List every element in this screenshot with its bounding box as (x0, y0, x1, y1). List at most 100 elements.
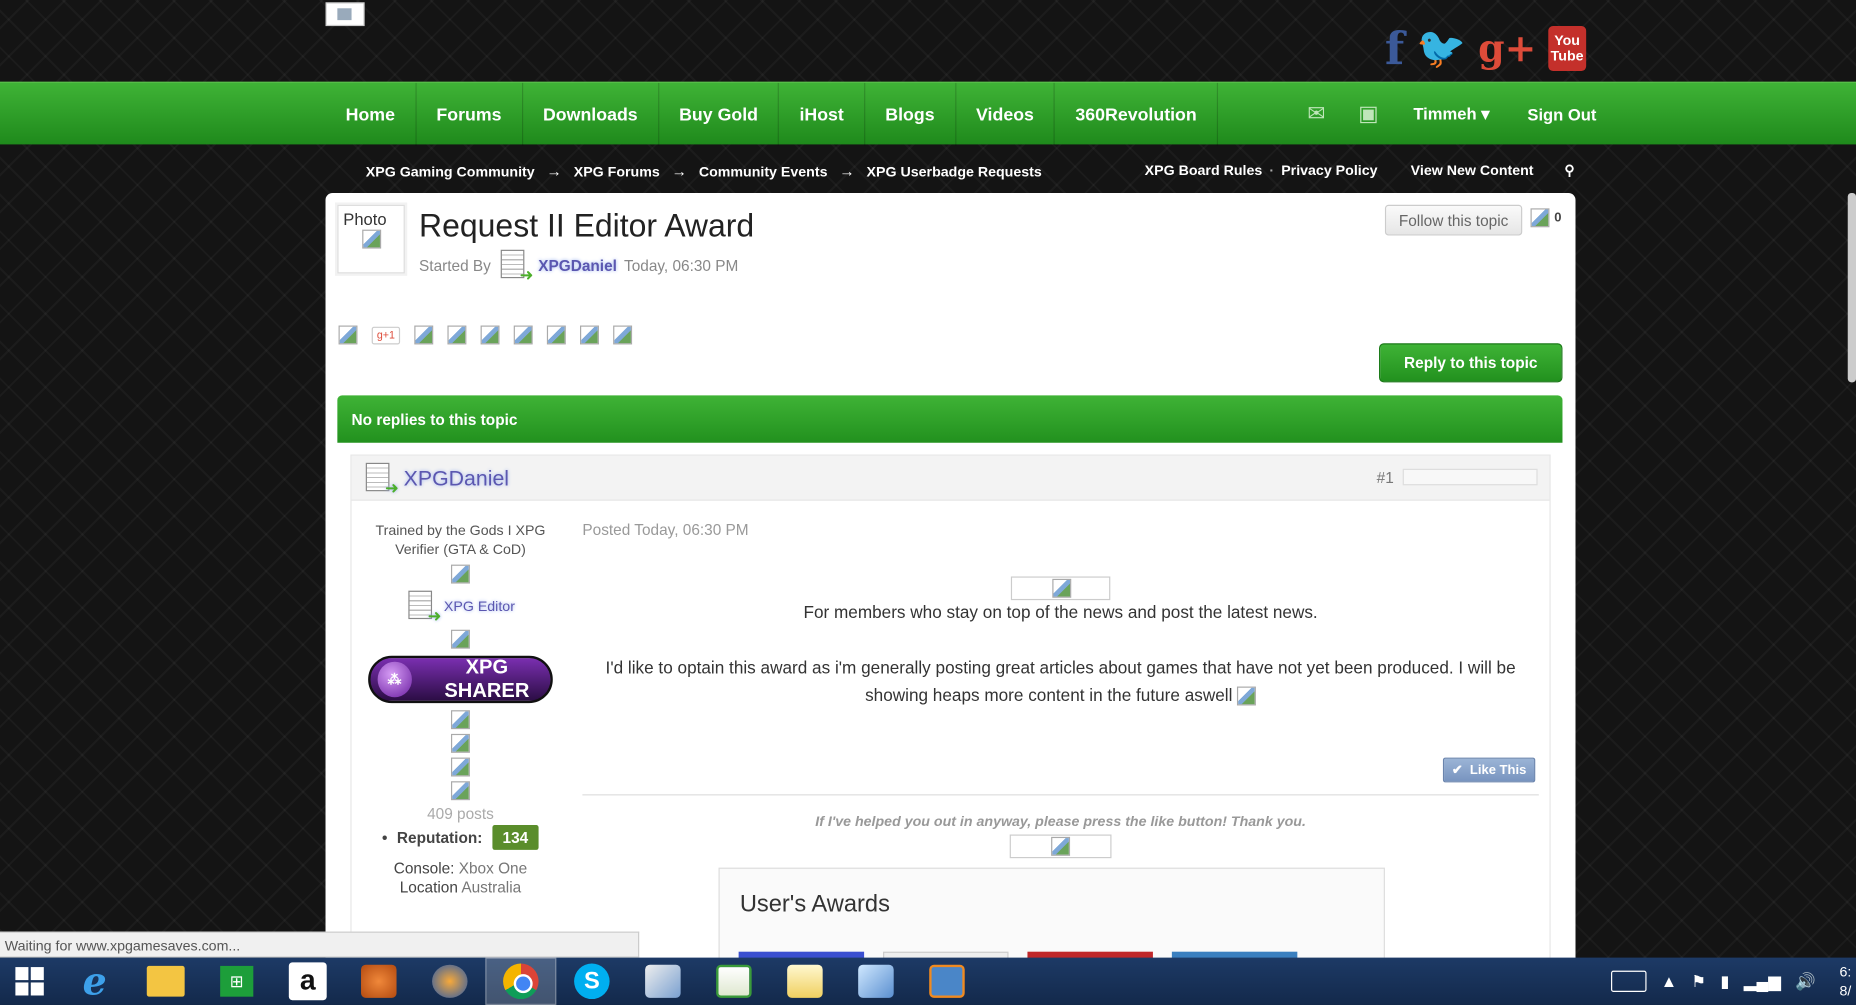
started-by-label: Started By (419, 256, 491, 275)
chevron-down-icon: ▾ (1481, 104, 1490, 124)
notifications-icon[interactable]: ▣ (1342, 102, 1394, 127)
separator: · (1269, 162, 1275, 179)
browser-status-bar: Waiting for www.xpgamesaves.com... (0, 931, 640, 958)
privacy-policy-link[interactable]: Privacy Policy (1281, 162, 1377, 179)
photo-alt-text: Photo (343, 209, 387, 229)
badge-image-icon (450, 733, 470, 753)
share-icon[interactable] (613, 325, 633, 345)
store-icon[interactable]: ⊞ (201, 958, 272, 1005)
share-icon[interactable] (580, 325, 599, 345)
post-count: 409 posts (427, 804, 494, 823)
bullet-icon: • (382, 828, 388, 847)
nav-buy-gold[interactable]: Buy Gold (659, 82, 780, 146)
chrome-icon[interactable] (485, 957, 557, 1005)
spreadsheet-icon[interactable] (698, 958, 769, 1005)
start-button[interactable] (0, 958, 59, 1005)
console-label: Console: (393, 859, 455, 878)
broken-image-icon (1052, 578, 1072, 598)
firefox-icon[interactable] (414, 958, 485, 1005)
like-button[interactable]: ✔ Like This (1442, 757, 1536, 783)
emoticon-icon (1237, 686, 1257, 706)
pen-app-icon[interactable] (627, 958, 698, 1005)
badge-image-icon (450, 781, 470, 801)
messenger-icon[interactable]: ✉ (1290, 102, 1342, 127)
replies-header: No replies to this topic (337, 395, 1563, 443)
topic-meta: Started By XPGDaniel Today, 06:30 PM (419, 247, 738, 285)
share-icon[interactable] (447, 325, 467, 345)
keyboard-icon[interactable] (1610, 970, 1647, 992)
signal-icon[interactable]: ▂▄▆ (1744, 971, 1781, 991)
googleplus-one-button[interactable]: g+1 (371, 326, 401, 344)
battery-icon[interactable]: ▮ (1720, 971, 1729, 991)
share-icon[interactable] (480, 325, 500, 345)
author-photo[interactable]: Photo (337, 204, 405, 274)
reply-topic-button[interactable]: Reply to this topic (1379, 343, 1563, 383)
nav-ihost[interactable]: iHost (779, 82, 866, 146)
share-icon[interactable] (513, 325, 533, 345)
broken-image-icon (1530, 208, 1550, 228)
post-header: XPGDaniel #1 (351, 455, 1550, 501)
breadcrumb-item[interactable]: XPG Forums (574, 163, 660, 180)
broken-image-icon (362, 229, 382, 249)
nav-360revolution[interactable]: 360Revolution (1055, 82, 1219, 146)
location-value: Australia (461, 878, 522, 897)
user-menu[interactable]: Timmeh ▾ (1394, 104, 1508, 124)
site-logo[interactable] (325, 2, 365, 27)
nav-blogs[interactable]: Blogs (865, 82, 956, 146)
share-buttons: g+1 (338, 325, 633, 345)
board-rules-link[interactable]: XPG Board Rules (1145, 162, 1263, 179)
view-new-content-link[interactable]: View New Content (1411, 162, 1534, 179)
post-number[interactable]: #1 (1377, 469, 1394, 487)
volume-icon[interactable]: 🔊 (1795, 971, 1816, 991)
notes-app-icon[interactable] (840, 958, 911, 1005)
share-icon[interactable] (546, 325, 566, 345)
sign-out-link[interactable]: Sign Out (1508, 105, 1615, 124)
nav-forums[interactable]: Forums (416, 82, 523, 146)
skype-icon[interactable]: S (556, 958, 627, 1005)
breadcrumb-arrow-icon: → (671, 162, 687, 180)
breadcrumb-item[interactable]: Community Events (699, 163, 828, 180)
reputation: • Reputation: 134 (352, 825, 570, 850)
youtube-icon[interactable]: You Tube (1548, 25, 1587, 71)
windows-logo-icon (15, 967, 44, 996)
social-links: f 🐦 g+ You Tube (1385, 21, 1587, 75)
snipping-tool-icon[interactable] (769, 958, 840, 1005)
follow-topic-button[interactable]: Follow this topic (1384, 204, 1523, 236)
clock[interactable]: 6: 8/ (1830, 962, 1851, 1000)
topic-author-link[interactable]: XPGDaniel (538, 256, 617, 274)
twitter-icon[interactable]: 🐦 (1416, 24, 1466, 71)
basketball-app-icon[interactable] (343, 958, 414, 1005)
nav-downloads[interactable]: Downloads (523, 82, 659, 146)
page-scrollbar[interactable] (1847, 192, 1856, 383)
share-icon[interactable] (414, 325, 434, 345)
badge-image-icon (450, 710, 470, 730)
post-author: XPGDaniel (363, 460, 509, 498)
signature-divider (582, 794, 1539, 796)
nav-home[interactable]: Home (326, 82, 417, 146)
media-player-icon[interactable] (911, 958, 982, 1005)
facebook-icon[interactable]: f (1385, 21, 1404, 74)
nav-videos[interactable]: Videos (956, 82, 1056, 146)
broken-image-icon (1051, 836, 1071, 856)
action-center-icon[interactable]: ⚑ (1691, 971, 1706, 991)
tray-expand-icon[interactable]: ▲ (1661, 972, 1677, 991)
breadcrumb-item[interactable]: XPG Gaming Community (366, 163, 535, 180)
breadcrumb: XPG Gaming Community → XPG Forums → Comm… (366, 162, 1042, 180)
member-group-label: XPG Editor (443, 597, 515, 615)
share-icon[interactable] (338, 325, 358, 345)
amazon-icon[interactable]: a (272, 958, 343, 1005)
breadcrumb-item[interactable]: XPG Userbadge Requests (867, 163, 1042, 180)
file-explorer-icon[interactable] (130, 958, 201, 1005)
location-pin-icon[interactable]: ⚲ (1564, 162, 1574, 179)
googleplus-icon[interactable]: g+ (1478, 25, 1536, 70)
post-author-link[interactable]: XPGDaniel (404, 466, 509, 491)
page-title: Request II Editor Award (419, 208, 755, 244)
topic-panel: Photo Request II Editor Award Started By… (325, 192, 1576, 976)
badge-list (352, 710, 570, 801)
post-rating-bar (1402, 468, 1538, 486)
post-text-line2: I'd like to optain this award as i'm gen… (582, 656, 1538, 710)
user-group-icon (363, 460, 399, 498)
internet-explorer-icon[interactable]: e (59, 958, 130, 1005)
post-image (1010, 576, 1111, 601)
breadcrumb-arrow-icon: → (839, 162, 855, 180)
